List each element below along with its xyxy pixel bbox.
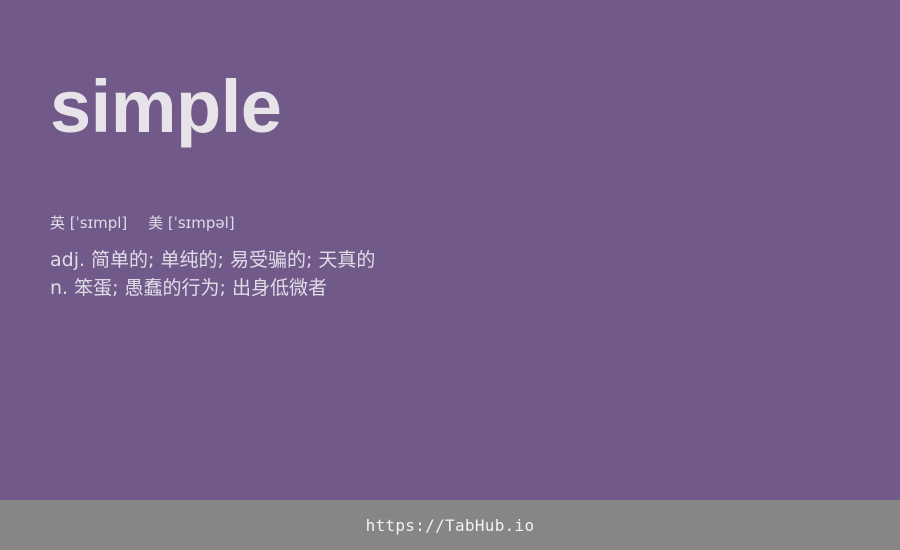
definition-list: adj. 简单的; 单纯的; 易受骗的; 天真的 n. 笨蛋; 愚蠢的行为; 出… — [50, 246, 375, 302]
definition-adjective: adj. 简单的; 单纯的; 易受骗的; 天真的 — [50, 249, 376, 271]
phonetic-us: 美 [ˈsɪmpəl] — [148, 214, 235, 232]
phonetics-row: 英 [ˈsɪmpl] 美 [ˈsɪmpəl] — [50, 213, 235, 233]
word-title: simple — [50, 65, 282, 148]
footer-bar: https://TabHub.io — [0, 500, 900, 550]
word-card: simple 英 [ˈsɪmpl] 美 [ˈsɪmpəl] adj. 简单的; … — [0, 0, 900, 500]
tabhub-link[interactable]: https://TabHub.io — [366, 516, 535, 535]
definition-noun: n. 笨蛋; 愚蠢的行为; 出身低微者 — [50, 277, 328, 299]
phonetic-uk: 英 [ˈsɪmpl] — [50, 214, 128, 232]
